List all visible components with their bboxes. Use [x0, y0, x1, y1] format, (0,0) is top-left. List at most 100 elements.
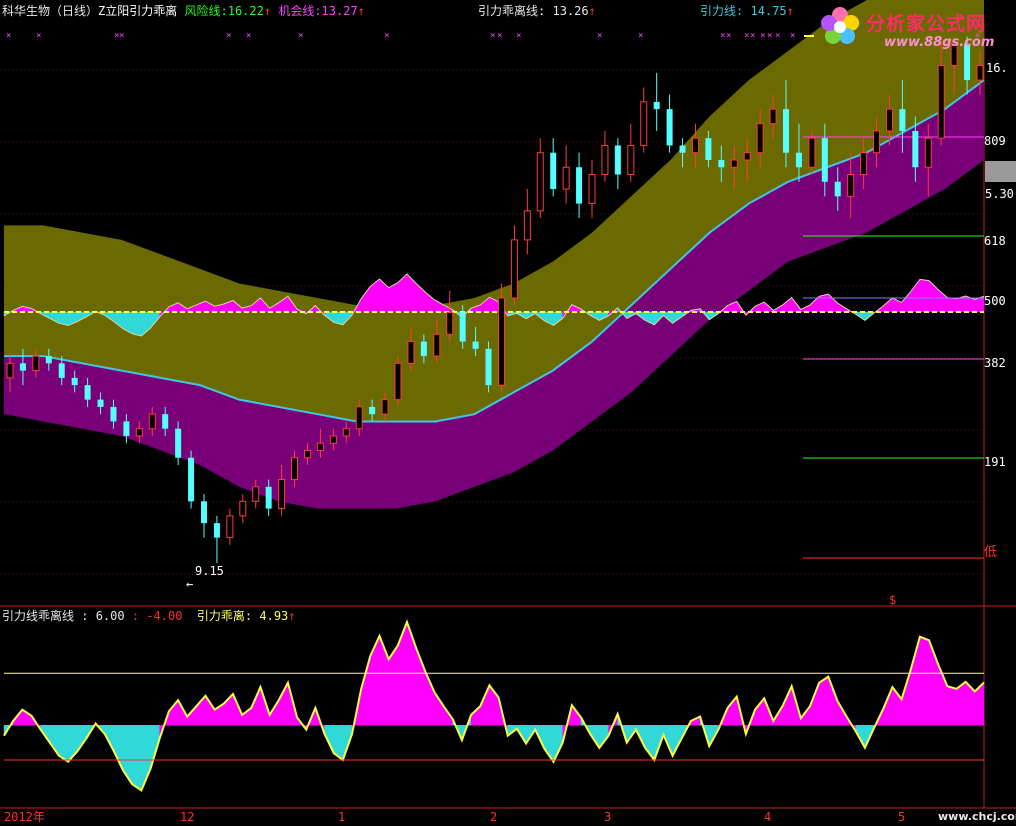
signal-mark: × — [226, 31, 231, 41]
x-tick-4: 4 — [764, 810, 772, 824]
candle-body-down — [653, 101, 660, 110]
fib-label-500: 500 — [984, 294, 1006, 308]
mini-osc-segment — [397, 273, 408, 313]
lower-area-segment — [818, 676, 829, 726]
candle-body-down — [795, 152, 802, 168]
signal-mark: × — [36, 31, 41, 41]
low-arrow-icon: ← — [186, 577, 194, 591]
candle-body-down — [265, 486, 272, 509]
lower-lower-value: -4.00 — [146, 609, 183, 623]
chance-label: 机会线: — [278, 4, 322, 18]
current-price-tag — [985, 161, 1016, 182]
candle-body-up — [691, 137, 699, 154]
candle-body-down — [718, 159, 725, 168]
x-tick-12: 12 — [180, 810, 195, 824]
deviation-arrow: ↑ — [588, 4, 596, 18]
lower-area-segment — [828, 676, 838, 726]
candle-body-up — [523, 210, 531, 241]
signal-mark: × — [775, 31, 780, 41]
lower-area-segment — [49, 725, 60, 757]
indicator-name: Z立阳引力乖离 — [98, 4, 178, 18]
mini-osc-segment — [947, 297, 957, 313]
candle-body-up — [394, 362, 402, 401]
lower-header: 引力线乖离线 : 6.00 : -4.00 引力乖离: 4.93↑ — [2, 609, 296, 623]
candle-body-down — [19, 363, 26, 371]
candle-body-down — [783, 109, 789, 153]
lower-area-segment — [782, 686, 792, 726]
candle-body-down — [369, 406, 376, 415]
candle-body-up — [536, 152, 544, 212]
candle-body-up — [847, 174, 855, 197]
lower-area-segment — [754, 697, 765, 726]
lower-current-label: 引力乖离: — [196, 609, 253, 623]
candle-body-up — [226, 515, 234, 539]
lower-label: 引力线乖离线 — [2, 609, 75, 623]
signal-mark: × — [119, 31, 124, 41]
candle-body-up — [6, 362, 14, 379]
x-tick-2: 2 — [490, 810, 498, 824]
signal-mark: × — [298, 31, 303, 41]
lower-area-segment — [360, 655, 371, 726]
mini-osc-segment — [782, 297, 792, 313]
lower-area-segment — [278, 682, 289, 726]
signal-mark: × — [246, 31, 251, 41]
lower-area-segment — [131, 725, 142, 791]
candle-body-up — [329, 435, 337, 444]
candle-body-down — [188, 457, 195, 502]
mini-osc-segment — [919, 279, 930, 313]
candle-body-down — [162, 414, 169, 429]
candle-body-down — [912, 130, 919, 168]
signal-mark: × — [760, 31, 765, 41]
lower-area-segment — [113, 725, 124, 771]
deviation-header: 引力乖离线: 13.26↑ — [478, 4, 596, 18]
lower-area-segment — [947, 685, 957, 726]
candle-body-up — [743, 152, 751, 161]
watermark: www.chcj.com — [938, 810, 1016, 823]
stock-chart-window: ××××××××××××××××××××××× 科华生物（日线）Z立阳引力乖离 … — [0, 0, 1016, 826]
candle-body-down — [576, 167, 583, 204]
main-header: 科华生物（日线）Z立阳引力乖离 风险线:16.22↑ 机会线:13.27↑ — [2, 4, 365, 18]
candle-body-up — [627, 144, 635, 176]
signal-mark: × — [516, 31, 521, 41]
candle-body-down — [123, 421, 130, 436]
candle-body-up — [640, 101, 648, 146]
current-price-label: 5.30 — [985, 187, 1014, 201]
lower-sep-2: : — [131, 609, 140, 623]
gravity-arrow: ↑ — [786, 4, 794, 18]
candle-body-up — [588, 174, 596, 205]
chance-value: 13.27 — [321, 4, 358, 18]
x-tick-3: 3 — [604, 810, 612, 824]
low-price-label: 9.15 — [195, 564, 224, 578]
mini-osc-segment — [434, 299, 444, 313]
signal-mark: × — [767, 31, 772, 41]
candle-body-up — [497, 297, 505, 386]
chart-canvas[interactable]: ××××××××××××××××××××××× — [0, 0, 1016, 826]
mini-osc-segment — [910, 278, 921, 313]
candle-body-up — [885, 108, 893, 132]
mini-osc-segment — [131, 311, 142, 337]
lower-area-segment — [919, 636, 930, 726]
signal-mark: × — [597, 31, 602, 41]
candle-body-up — [808, 137, 816, 168]
fib-label-382: 382 — [984, 356, 1006, 370]
candle-body-up — [316, 442, 324, 451]
lower-panel-layer — [3, 619, 985, 792]
candle-body-up — [355, 406, 363, 430]
candle-body-down — [459, 312, 466, 342]
mini-osc-segment — [901, 290, 911, 313]
mini-osc-segment — [370, 278, 380, 313]
candle-body-up — [381, 399, 389, 415]
candle-body-up — [446, 312, 454, 335]
candle-body-down — [201, 501, 207, 524]
gravity-value: 14.75 — [750, 4, 787, 18]
lower-arrow: ↑ — [288, 609, 296, 623]
candle-body-down — [97, 399, 104, 407]
logo-url: www.88gs.com — [884, 35, 995, 50]
signal-mark: × — [750, 31, 755, 41]
candle-body-down — [84, 385, 91, 400]
candle-body-up — [510, 239, 518, 299]
fib-label-low: 低 — [984, 545, 998, 560]
mini-osc-segment — [425, 291, 435, 313]
signal-mark: × — [790, 31, 795, 41]
lower-area-segment — [122, 725, 133, 786]
